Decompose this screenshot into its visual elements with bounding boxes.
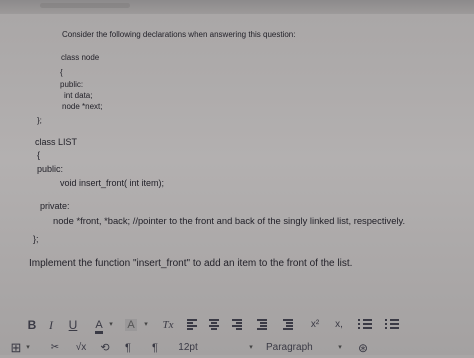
code-line: node *front, *back; //pointer to the fro… — [53, 215, 406, 226]
ltr-direction-icon[interactable]: ¶ — [120, 338, 136, 358]
code-line: }; — [33, 234, 39, 244]
align-left-icon[interactable] — [187, 319, 197, 331]
code-line: }; — [37, 116, 42, 125]
highlight-color-label: A — [125, 319, 137, 331]
clear-formatting-button[interactable]: Tx — [160, 315, 176, 335]
block-format-dropdown[interactable]: Paragraph — [266, 338, 316, 358]
italic-button[interactable]: I — [46, 315, 56, 335]
math-equation-icon[interactable]: √x — [72, 338, 90, 358]
rich-text-editor-toolbar: B I U A ▾ A ▾ Tx x² x, ⊞ ▾ ✂ √x ⟲ ¶ ¶ 12… — [0, 308, 474, 355]
question-prompt: Consider the following declarations when… — [62, 30, 296, 39]
toolbar-row-insert: ⊞ ▾ ✂ √x ⟲ ¶ ¶ 12pt ▾ Paragraph ▾ ⊛ — [0, 338, 474, 358]
font-color-label: A — [95, 319, 103, 334]
chevron-down-icon[interactable]: ▾ — [142, 315, 150, 335]
code-line: private: — [40, 201, 70, 211]
chevron-down-icon[interactable]: ▾ — [336, 338, 344, 358]
indent-icon[interactable] — [257, 319, 267, 331]
superscript-button[interactable]: x² — [307, 315, 323, 335]
align-center-icon[interactable] — [209, 319, 219, 331]
code-line: void insert_front( int item); — [60, 178, 165, 188]
code-line: node *next; — [62, 102, 103, 111]
special-character-icon[interactable]: ✂ — [48, 338, 62, 358]
paragraph-mark-icon[interactable]: ¶ — [148, 338, 162, 358]
subscript-button[interactable]: x, — [331, 315, 347, 335]
chevron-down-icon[interactable]: ▾ — [24, 338, 32, 358]
code-line: { — [37, 150, 41, 160]
chevron-down-icon[interactable]: ▾ — [247, 338, 255, 358]
embed-icon[interactable]: ⟲ — [98, 338, 112, 358]
font-size-dropdown[interactable]: 12pt — [174, 338, 202, 358]
bold-button[interactable]: B — [26, 315, 38, 335]
chevron-down-icon[interactable]: ▾ — [107, 315, 115, 335]
code-line: class node — [61, 53, 100, 62]
toolbar-row-formatting: B I U A ▾ A ▾ Tx x² x, — [0, 315, 474, 335]
question-instruction: Implement the function "insert_front" to… — [29, 258, 353, 269]
code-line: class LIST — [35, 137, 78, 147]
bullet-list-icon[interactable] — [358, 319, 372, 331]
code-line: public: — [37, 164, 64, 174]
font-color-button[interactable]: A — [93, 315, 105, 335]
code-line: { — [60, 68, 63, 77]
align-right-icon[interactable] — [232, 319, 242, 331]
underline-button[interactable]: U — [67, 315, 79, 335]
numbered-list-icon[interactable] — [385, 319, 399, 331]
code-line: int data; — [64, 91, 93, 100]
accessibility-checker-icon[interactable]: ⊛ — [355, 338, 371, 358]
outdent-icon[interactable] — [283, 319, 293, 331]
table-icon[interactable]: ⊞ — [8, 338, 24, 358]
highlight-color-button[interactable]: A — [123, 315, 139, 335]
code-line: public: — [60, 80, 84, 89]
question-text: Consider the following declarations when… — [0, 0, 474, 300]
